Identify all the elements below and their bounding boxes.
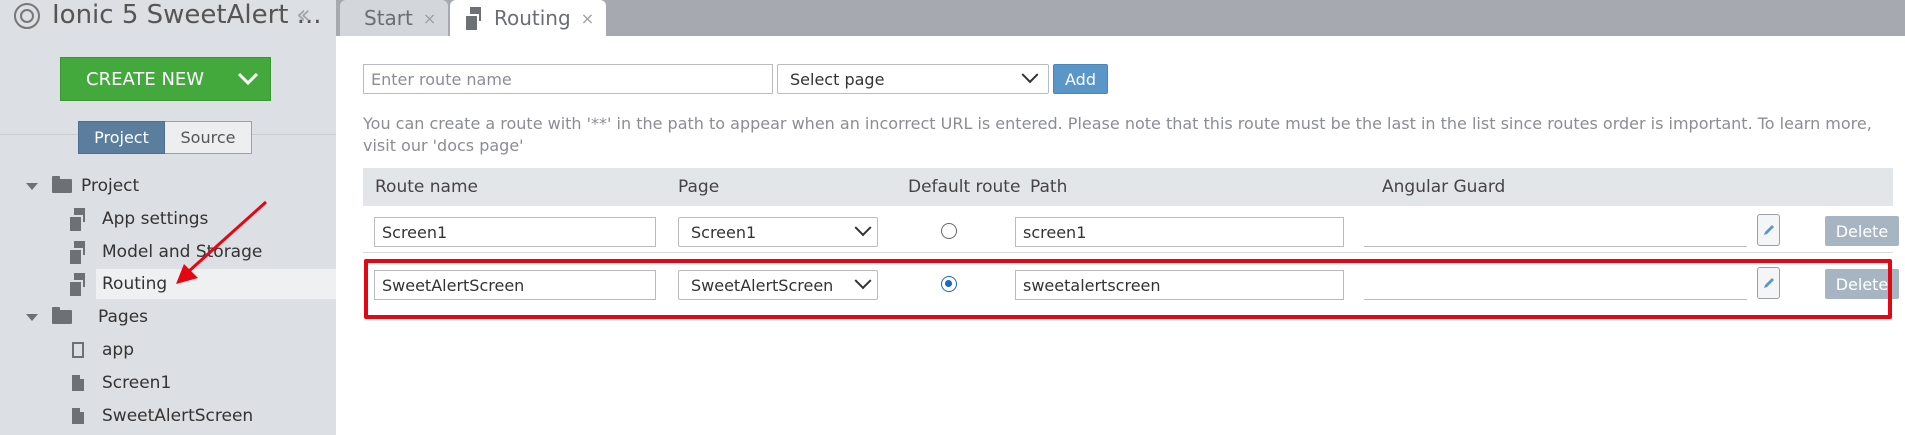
edit-guard-button[interactable]: [1757, 267, 1780, 299]
tab-start[interactable]: Start ×: [340, 0, 448, 36]
tree-item-label: Screen1: [102, 373, 172, 393]
folder-icon: [52, 307, 72, 324]
project-source-toggle: Project Source: [78, 121, 252, 154]
default-route-radio[interactable]: [941, 223, 957, 239]
col-angular-guard: Angular Guard: [1382, 177, 1506, 197]
angular-guard-field[interactable]: [1364, 246, 1747, 247]
default-route-radio[interactable]: [941, 276, 957, 292]
tree-item-label: SweetAlertScreen: [102, 406, 254, 426]
col-page: Page: [678, 177, 720, 197]
tree-item-screen1[interactable]: Screen1: [72, 368, 171, 398]
route-name-field[interactable]: [374, 217, 656, 247]
table-row: SweetAlertScreen Delete: [363, 262, 1899, 306]
create-new-label: CREATE NEW: [86, 68, 205, 90]
app-header: Ionic 5 SweetAlert ... ‹‹: [0, 0, 336, 30]
delete-button[interactable]: Delete: [1825, 269, 1899, 299]
chevron-down-icon: [854, 219, 872, 237]
tree-item-label: App settings: [102, 209, 209, 229]
select-page-value: Select page: [790, 69, 885, 89]
tab-label: Start: [364, 6, 413, 30]
edit-guard-button[interactable]: [1757, 214, 1780, 246]
tree-item-app-settings[interactable]: App settings: [68, 204, 208, 234]
tree-item-routing[interactable]: Routing: [68, 269, 167, 299]
page-select[interactable]: Screen1: [678, 217, 878, 247]
tab-label: Routing: [494, 6, 571, 30]
tree-item-sweetalertscreen[interactable]: SweetAlertScreen: [72, 401, 253, 431]
collapse-sidebar-icon[interactable]: ‹‹: [296, 0, 311, 30]
route-name-input[interactable]: [363, 64, 773, 94]
select-page-dropdown[interactable]: Select page: [777, 64, 1049, 94]
folder-icon: [52, 176, 72, 193]
routing-note: You can create a route with '**' in the …: [363, 114, 1872, 155]
expand-arrow-icon[interactable]: [26, 182, 38, 190]
sidebar: Ionic 5 SweetAlert ... ‹‹ CREATE NEW Pro…: [0, 0, 336, 435]
tab-bar: Start × Routing ×: [336, 0, 1905, 36]
path-field[interactable]: [1015, 217, 1344, 247]
app-title: Ionic 5 SweetAlert ...: [52, 0, 322, 30]
col-default-route: Default route: [908, 177, 1021, 197]
pencil-icon: [1763, 278, 1774, 288]
row-divider: [363, 252, 1893, 253]
tree-item-label: Project: [81, 176, 140, 196]
tree-item-project[interactable]: Project: [26, 171, 139, 201]
page-select-value: SweetAlertScreen: [691, 275, 834, 295]
segment-project[interactable]: Project: [78, 121, 165, 154]
page-icon: [72, 375, 84, 391]
chevron-down-icon[interactable]: [226, 57, 270, 101]
chevron-down-icon: [1021, 66, 1039, 84]
page-icon: [72, 408, 84, 424]
path-field[interactable]: [1015, 270, 1344, 300]
pages-stack-icon: [68, 241, 86, 266]
tree-item-model-storage[interactable]: Model and Storage: [68, 237, 262, 267]
pages-stack-icon: [68, 208, 86, 233]
page-icon: [72, 342, 84, 358]
routes-table-header: Route name Page Default route Path Angul…: [363, 168, 1893, 206]
page-select-value: Screen1: [691, 222, 757, 242]
tree-item-label: Routing: [102, 274, 168, 294]
close-icon[interactable]: ×: [581, 9, 594, 28]
expand-arrow-icon[interactable]: [26, 313, 38, 321]
tree-item-label: Pages: [98, 307, 149, 327]
angular-guard-field[interactable]: [1364, 299, 1747, 300]
page-select[interactable]: SweetAlertScreen: [678, 270, 878, 300]
pages-stack-icon: [68, 273, 86, 298]
tree-item-label: Model and Storage: [102, 242, 263, 262]
tree-item-pages[interactable]: Pages: [26, 302, 148, 332]
col-path: Path: [1030, 177, 1068, 197]
add-route-button[interactable]: Add: [1053, 64, 1108, 94]
tree-item-app[interactable]: app: [72, 335, 134, 365]
tab-routing[interactable]: Routing ×: [450, 0, 606, 36]
pages-stack-icon: [464, 7, 482, 32]
col-route-name: Route name: [375, 177, 478, 197]
pencil-icon: [1763, 225, 1774, 235]
app-logo-icon: [14, 3, 40, 29]
close-icon[interactable]: ×: [423, 9, 436, 28]
route-name-field[interactable]: [374, 270, 656, 300]
delete-button[interactable]: Delete: [1825, 216, 1899, 246]
create-new-button[interactable]: CREATE NEW: [60, 57, 271, 101]
routing-panel: Select page Add You can create a route w…: [336, 36, 1905, 435]
chevron-down-icon: [854, 272, 872, 290]
table-row: Screen1 Delete: [363, 208, 1899, 252]
tree-item-label: app: [102, 340, 134, 360]
segment-source[interactable]: Source: [165, 121, 252, 154]
